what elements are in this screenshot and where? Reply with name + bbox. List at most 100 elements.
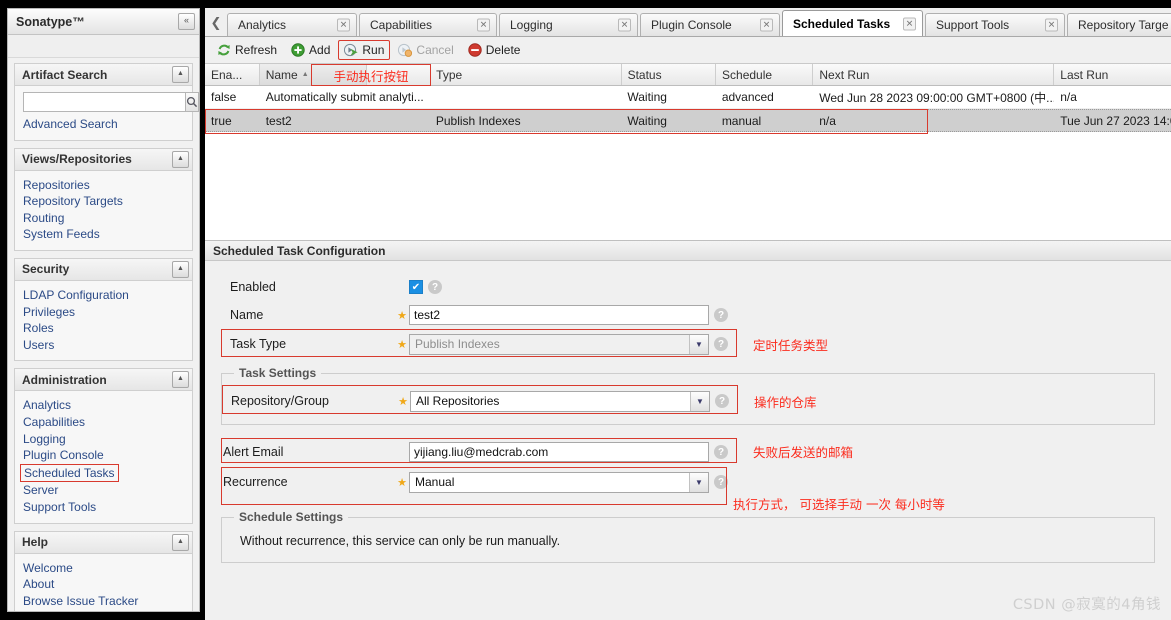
sidebar-item-advanced-search[interactable]: Advanced Search — [23, 116, 184, 133]
chevron-down-icon[interactable]: ▼ — [689, 472, 708, 492]
grid-col-next-run[interactable]: Next Run — [813, 64, 1055, 85]
help-circle-icon[interactable]: ? — [714, 445, 728, 459]
refresh-label: Refresh — [235, 43, 278, 57]
sidebar-item-roles[interactable]: Roles — [23, 320, 184, 337]
field-control-task-type: Publish Indexes ▼ ? — [409, 333, 728, 355]
cell-status: Waiting — [627, 90, 667, 104]
cell-next-run: Wed Jun 28 2023 09:00:00 GMT+0800 (中... — [819, 90, 1055, 105]
tab-analytics[interactable]: Analytics ✕ — [227, 13, 357, 36]
enabled-checkbox[interactable]: ✔ — [409, 280, 423, 294]
panel-header[interactable]: Artifact Search ▲ — [15, 64, 192, 86]
search-icon[interactable] — [185, 92, 199, 112]
chevron-double-left-icon[interactable]: « — [178, 13, 195, 30]
table-row[interactable]: false Automatically submit analyti... Wa… — [205, 86, 1171, 109]
cell-status: Waiting — [627, 113, 667, 128]
sidebar-item-capabilities[interactable]: Capabilities — [23, 414, 184, 431]
grid-col-last-run[interactable]: Last Run — [1054, 64, 1171, 85]
name-input[interactable] — [409, 305, 709, 325]
close-icon[interactable]: ✕ — [337, 18, 350, 32]
sidebar-item-repositories[interactable]: Repositories — [23, 177, 184, 194]
tab-plugin-console[interactable]: Plugin Console ✕ — [640, 13, 780, 36]
sidebar-item-privileges[interactable]: Privileges — [23, 304, 184, 321]
collapse-caret-icon[interactable]: ▲ — [172, 371, 189, 389]
recurrence-select[interactable]: Manual ▼ — [409, 471, 709, 493]
task-settings-fieldset: Task Settings Repository/Group ★ All Rep… — [221, 366, 1155, 425]
delete-button[interactable]: Delete — [462, 40, 527, 60]
run-button[interactable]: Run — [338, 40, 391, 60]
help-circle-icon[interactable]: ? — [714, 308, 728, 322]
sidebar-panel-security: Security ▲ LDAP Configuration Privileges… — [14, 257, 193, 362]
schedule-settings-legend: Schedule Settings — [234, 510, 349, 524]
cell-name: test2 — [265, 113, 292, 128]
alert-email-input[interactable] — [409, 442, 709, 462]
panel-header[interactable]: Help ▲ — [15, 531, 192, 554]
sidebar-item-logging[interactable]: Logging — [23, 431, 184, 448]
chevron-down-icon[interactable]: ▼ — [690, 391, 709, 411]
collapse-caret-icon[interactable]: ▲ — [172, 260, 189, 278]
tab-bar: ❮ Analytics ✕ Capabilities ✕ Logging ✕ P… — [205, 8, 1171, 37]
close-icon[interactable]: ✕ — [477, 18, 490, 32]
close-icon[interactable]: ✕ — [760, 18, 773, 32]
refresh-icon — [217, 43, 231, 57]
tab-scheduled-tasks[interactable]: Scheduled Tasks ✕ — [782, 10, 923, 36]
sidebar-item-routing[interactable]: Routing — [23, 210, 184, 227]
help-circle-icon[interactable]: ? — [715, 394, 729, 408]
sidebar-item-server[interactable]: Server — [23, 482, 184, 499]
sidebar-item-system-feeds[interactable]: System Feeds — [23, 226, 184, 243]
close-icon[interactable]: ✕ — [903, 17, 916, 30]
help-circle-icon[interactable]: ? — [714, 475, 728, 489]
collapse-caret-icon[interactable]: ▲ — [172, 66, 189, 83]
help-circle-icon[interactable]: ? — [714, 337, 728, 351]
tab-support-tools[interactable]: Support Tools ✕ — [925, 13, 1065, 36]
search-input[interactable] — [23, 92, 185, 112]
grid-col-label: Type — [436, 67, 463, 82]
help-circle-icon[interactable]: ? — [428, 280, 442, 294]
field-control-repository-group: All Repositories ▼ ? — [410, 390, 729, 412]
sidebar-panel-views-repositories: Views/Repositories ▲ Repositories Reposi… — [14, 147, 193, 251]
grid-col-label: Status — [627, 67, 662, 82]
repository-group-select[interactable]: All Repositories ▼ — [410, 390, 710, 412]
close-icon[interactable]: ✕ — [618, 18, 631, 32]
annotation-repository: 操作的仓库 — [754, 395, 817, 410]
application-window: Sonatype™ « Artifact Search ▲ Advanced S… — [0, 0, 1171, 620]
annotation-text: 手动执行按钮 — [333, 68, 409, 84]
tab-capabilities[interactable]: Capabilities ✕ — [359, 13, 497, 36]
panel-header[interactable]: Administration ▲ — [15, 369, 192, 392]
chevron-down-icon[interactable]: ▼ — [689, 334, 708, 354]
sidebar-item-documentation[interactable]: Documentation — [23, 609, 184, 611]
field-row-enabled: Enabled ✔ ? — [205, 275, 1171, 299]
panel-header[interactable]: Security ▲ — [15, 258, 192, 281]
sidebar-item-plugin-console[interactable]: Plugin Console — [23, 447, 184, 464]
sidebar-item-support-tools[interactable]: Support Tools — [23, 499, 184, 516]
sidebar-item-analytics[interactable]: Analytics — [23, 397, 184, 414]
refresh-button[interactable]: Refresh — [211, 40, 283, 60]
grid-col-enabled[interactable]: Ena... — [205, 64, 260, 85]
collapse-caret-icon[interactable]: ▲ — [172, 533, 189, 551]
cell-last-run: n/a — [1060, 90, 1077, 104]
grid-col-type[interactable]: Type — [430, 64, 622, 85]
panel-body: LDAP Configuration Privileges Roles User… — [15, 280, 192, 361]
add-button[interactable]: Add — [285, 40, 336, 60]
sidebar-item-about[interactable]: About — [23, 576, 184, 593]
close-icon[interactable]: ✕ — [1045, 18, 1058, 32]
panel-title: Views/Repositories — [22, 152, 132, 167]
sidebar-item-repository-targets[interactable]: Repository Targets — [23, 193, 184, 210]
main-content: ❮ Analytics ✕ Capabilities ✕ Logging ✕ P… — [205, 8, 1171, 620]
sidebar-item-scheduled-tasks[interactable]: Scheduled Tasks — [20, 463, 119, 483]
panel-header[interactable]: Views/Repositories ▲ — [15, 148, 192, 171]
tab-label: Support Tools — [936, 18, 1010, 32]
table-row[interactable]: true test2 Publish Indexes Waiting manua… — [205, 109, 1171, 132]
tab-repository-targets[interactable]: Repository Targe — [1067, 13, 1171, 36]
grid-col-status[interactable]: Status — [622, 64, 717, 85]
collapse-caret-icon[interactable]: ▲ — [172, 150, 189, 168]
sidebar-panels: Artifact Search ▲ Advanced Search Views/… — [8, 58, 199, 611]
sidebar-item-users[interactable]: Users — [23, 337, 184, 354]
arrow-left-icon[interactable]: ❮ — [205, 9, 227, 36]
sidebar-item-browse-issue-tracker[interactable]: Browse Issue Tracker — [23, 593, 184, 610]
task-type-select[interactable]: Publish Indexes ▼ — [409, 333, 709, 355]
sidebar-item-ldap-configuration[interactable]: LDAP Configuration — [23, 287, 184, 304]
field-label-recurrence: Recurrence — [223, 475, 288, 489]
tab-logging[interactable]: Logging ✕ — [499, 13, 638, 36]
sidebar-item-welcome[interactable]: Welcome — [23, 560, 184, 577]
grid-col-schedule[interactable]: Schedule — [716, 64, 814, 85]
